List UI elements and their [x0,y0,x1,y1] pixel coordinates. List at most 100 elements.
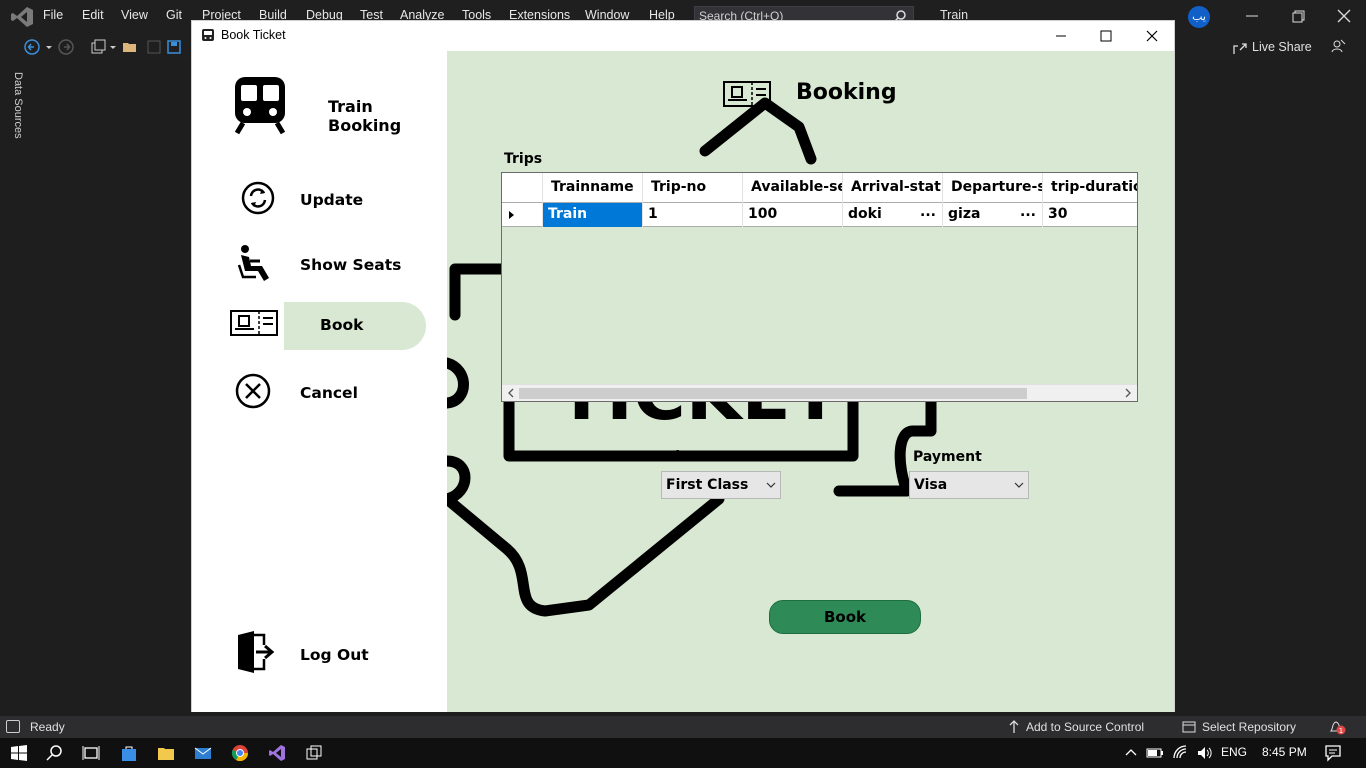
page-title: Booking [796,80,897,105]
open-folder-icon[interactable] [122,39,138,55]
column-header-available-seats[interactable]: Available-se [743,173,843,203]
column-header-trainname[interactable]: Trainname [543,173,643,203]
notification-count: 1 [1339,727,1343,735]
cell-trip-duration[interactable]: 30 [1043,203,1137,227]
battery-icon[interactable] [1146,744,1164,762]
live-share-button[interactable]: Live Share [1252,40,1312,54]
horizontal-scrollbar[interactable] [502,384,1137,401]
back-dropdown-icon[interactable] [44,39,54,55]
chrome-icon[interactable] [231,744,249,762]
feedback-icon[interactable] [1330,38,1346,54]
menu-edit[interactable]: Edit [82,8,104,22]
booking-ticket-icon [723,81,771,107]
nav-cancel-label: Cancel [300,384,358,402]
new-dropdown-icon[interactable] [108,39,118,55]
row-selector[interactable] [502,203,543,227]
column-header-arrival-station[interactable]: Arrival-stat [843,173,943,203]
volume-icon[interactable] [1196,744,1214,762]
forward-icon[interactable] [58,39,74,55]
chevron-down-icon [1014,482,1024,488]
ticket-icon [230,310,278,336]
column-header-trip-duration[interactable]: trip-duratio [1043,173,1137,203]
back-icon[interactable] [24,39,40,55]
scroll-left-icon[interactable] [505,387,517,399]
seat-icon [237,245,269,281]
select-repository-button[interactable]: Select Repository [1202,720,1296,734]
column-header-departure-station[interactable]: Departure-s [943,173,1043,203]
input-language[interactable]: ENG [1221,745,1247,759]
chevron-down-icon [766,482,776,488]
cell-arrival-ellipsis-button[interactable]: ... [920,204,936,220]
logout-icon [238,631,275,673]
save-all-icon[interactable] [166,39,182,55]
book-button[interactable]: Book [769,600,921,634]
windows-start-icon[interactable] [10,744,28,762]
store-icon[interactable] [120,744,138,762]
running-app-icon[interactable] [305,744,323,762]
nav-cancel[interactable]: Cancel [192,368,447,418]
cancel-icon [235,373,271,409]
nav-logout-label: Log Out [300,646,369,664]
cell-departure-value: giza [948,206,981,222]
window-titlebar[interactable]: Book Ticket [192,21,1174,51]
status-ready: Ready [30,720,65,734]
brand-title: Train Booking [328,97,402,135]
ide-minimize-icon[interactable] [1242,6,1262,26]
visual-studio-taskbar-icon[interactable] [268,744,286,762]
data-sources-label: Data Sources [12,72,24,139]
cell-departure-ellipsis-button[interactable]: ... [1020,204,1036,220]
wifi-icon[interactable] [1172,744,1190,762]
cell-arrival-value: doki [848,206,882,222]
visual-studio-logo-icon [11,7,33,27]
new-project-icon[interactable] [90,39,106,55]
arrow-up-icon [1009,720,1019,733]
cell-departure-station[interactable]: giza ... [943,203,1043,227]
book-ticket-window: Book Ticket Train Booking Update Show Se… [191,20,1175,712]
sidebar: Train Booking Update Show Seats Book Can… [192,51,447,712]
system-clock[interactable]: 8:45 PM [1262,745,1307,759]
cell-trainname[interactable]: Train [543,203,643,227]
account-avatar[interactable]: یب [1188,6,1210,28]
payment-select-value: Visa [914,477,948,493]
maximize-icon[interactable] [1097,27,1115,45]
mail-icon[interactable] [194,744,212,762]
minimize-icon[interactable] [1052,27,1070,45]
ide-restore-icon[interactable] [1288,6,1308,26]
live-share-icon[interactable] [1232,40,1248,56]
trips-label: Trips [504,151,543,167]
add-to-source-control-button[interactable]: Add to Source Control [1026,720,1144,734]
close-icon[interactable] [1143,27,1161,45]
cell-arrival-station[interactable]: doki ... [843,203,943,227]
cell-trip-no[interactable]: 1 [643,203,743,227]
nav-update[interactable]: Update [192,176,447,226]
trips-grid[interactable]: Trainname Trip-no Available-se Arrival-s… [501,172,1138,402]
scrollbar-thumb[interactable] [519,388,1027,399]
payment-label: Payment [913,449,982,465]
nav-show-seats[interactable]: Show Seats [192,241,447,291]
tray-chevron-up-icon[interactable] [1124,744,1138,762]
payment-select[interactable]: Visa [909,471,1029,499]
column-header-trip-no[interactable]: Trip-no [643,173,743,203]
table-row[interactable]: Train 1 100 doki ... giza ... 30 [502,203,1137,227]
menu-git[interactable]: Git [166,8,182,22]
booking-panel: TICKET Booking Trips Trainname Trip-no A… [447,51,1174,712]
nav-show-seats-label: Show Seats [300,256,402,274]
notification-bell-icon[interactable]: 1 [1328,719,1346,735]
ide-close-icon[interactable] [1334,6,1354,26]
file-explorer-icon[interactable] [157,744,175,762]
search-icon[interactable] [46,744,64,762]
menu-view[interactable]: View [121,8,148,22]
data-sources-tab[interactable]: Data Sources [8,72,26,142]
cell-available-seats[interactable]: 100 [743,203,843,227]
save-icon[interactable] [146,39,162,55]
class-label: Class [665,449,707,465]
nav-logout[interactable]: Log Out [192,631,447,681]
notification-center-icon[interactable] [1324,744,1342,762]
nav-book[interactable]: Book [192,302,447,352]
grid-header-row: Trainname Trip-no Available-se Arrival-s… [502,173,1137,203]
scroll-right-icon[interactable] [1122,387,1134,399]
row-pointer-icon [509,211,514,219]
menu-file[interactable]: File [43,8,63,22]
class-select[interactable]: First Class [661,471,781,499]
task-view-icon[interactable] [82,744,100,762]
